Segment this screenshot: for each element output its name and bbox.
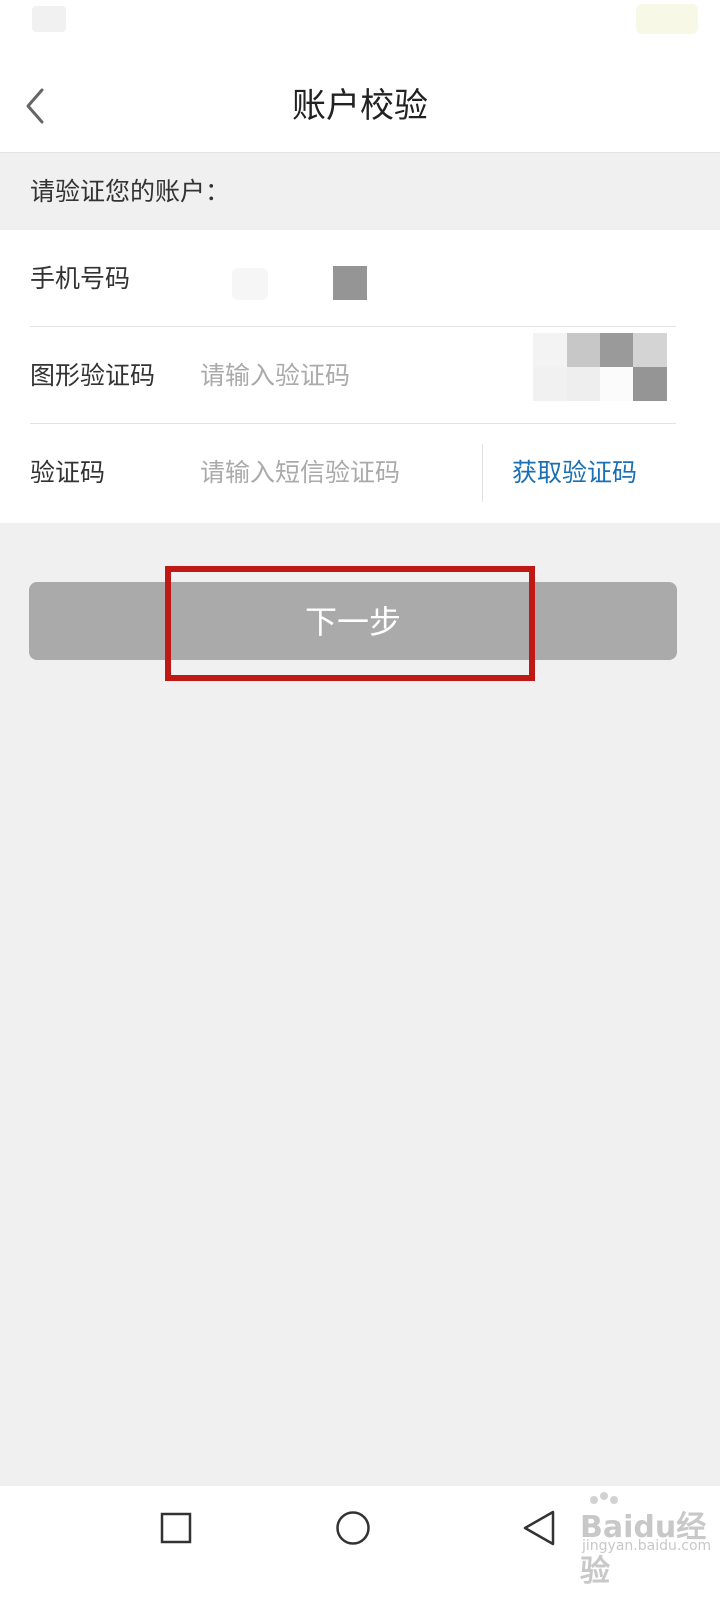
verification-form: 手机号码 图形验证码 验证码 获取验证码	[0, 230, 720, 523]
sms-row: 验证码 获取验证码	[0, 424, 720, 521]
sms-code-label: 验证码	[30, 458, 106, 487]
captcha-input[interactable]	[200, 353, 470, 397]
get-code-button[interactable]: 获取验证码	[512, 456, 637, 490]
battery-icon-blurred	[636, 4, 698, 34]
circle-home-icon[interactable]	[335, 1510, 371, 1546]
system-navbar	[0, 1486, 720, 1600]
next-step-button[interactable]: 下一步	[29, 582, 677, 660]
prompt-text: 请验证您的账户：	[30, 177, 231, 206]
phone-row: 手机号码	[0, 230, 720, 327]
phone-number-masked	[232, 268, 268, 300]
captcha-row: 图形验证码	[0, 327, 720, 424]
app-header: 账户校验	[0, 60, 720, 153]
status-icons-blurred	[32, 6, 66, 32]
verify-prompt: 请验证您的账户：	[0, 153, 720, 230]
page-title: 账户校验	[292, 86, 428, 126]
next-step-label: 下一步	[304, 603, 401, 641]
captcha-image[interactable]	[533, 333, 667, 401]
vertical-divider	[482, 444, 483, 502]
captcha-label: 图形验证码	[30, 361, 156, 390]
status-bar	[0, 0, 720, 60]
phone-number-masked-block	[333, 266, 367, 300]
square-recents-icon[interactable]	[160, 1512, 192, 1544]
triangle-back-icon[interactable]	[519, 1508, 559, 1548]
sms-code-input[interactable]	[200, 450, 470, 494]
phone-label: 手机号码	[30, 264, 131, 293]
